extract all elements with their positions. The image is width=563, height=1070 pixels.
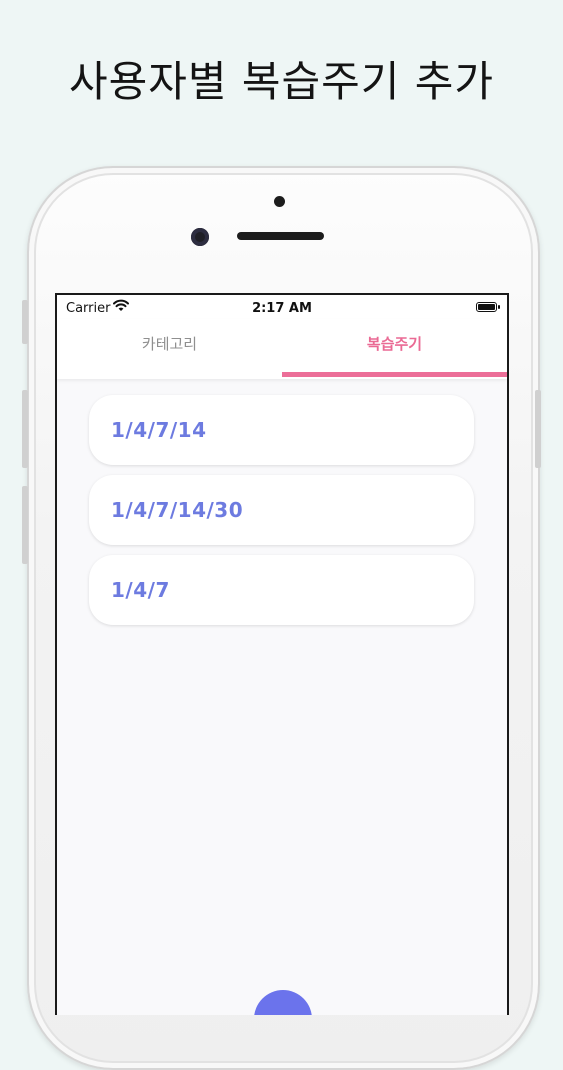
tab-category-label: 카테고리 (141, 335, 198, 353)
volume-down-button (22, 486, 28, 564)
tab-review-cycle-label: 복습주기 (366, 335, 423, 353)
status-bar: Carrier 2:17 AM (57, 295, 507, 319)
promo-headline: 사용자별 복습주기 추가 (68, 57, 495, 106)
review-cycle-item[interactable]: 1/4/7/14/30 (89, 475, 474, 545)
proximity-sensor (274, 196, 285, 207)
add-button[interactable] (254, 990, 312, 1015)
tab-bar: 카테고리 복습주기 (57, 319, 507, 379)
mute-switch (22, 300, 28, 344)
review-cycle-label: 1/4/7/14/30 (111, 498, 244, 522)
active-tab-indicator (282, 372, 507, 377)
app-screen: Carrier 2:17 AM 카테고리 복습주기 1/4/7/14 1/4/7… (55, 293, 509, 1015)
review-cycle-item[interactable]: 1/4/7/14 (89, 395, 474, 465)
tab-review-cycle[interactable]: 복습주기 (282, 319, 507, 379)
review-cycle-label: 1/4/7 (111, 578, 170, 602)
review-cycle-label: 1/4/7/14 (111, 418, 207, 442)
front-camera (191, 228, 209, 246)
battery-icon (476, 302, 500, 312)
review-cycle-item[interactable]: 1/4/7 (89, 555, 474, 625)
volume-up-button (22, 390, 28, 468)
tab-category[interactable]: 카테고리 (57, 319, 282, 379)
power-button (535, 390, 541, 468)
earpiece-speaker (237, 232, 324, 240)
status-time: 2:17 AM (252, 301, 312, 316)
review-cycle-list: 1/4/7/14 1/4/7/14/30 1/4/7 (89, 395, 474, 635)
